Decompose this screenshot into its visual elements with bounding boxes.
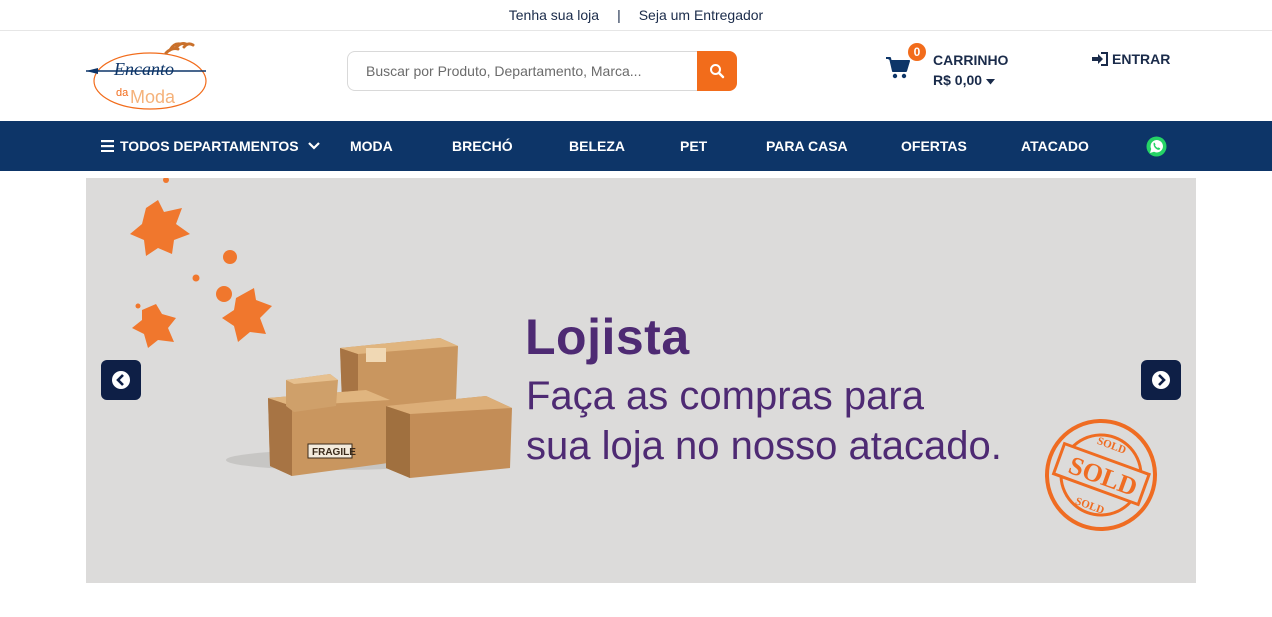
cart-count-badge: 0: [908, 43, 926, 61]
search-icon: [710, 64, 725, 79]
nav-item-atacado[interactable]: ATACADO: [1021, 121, 1089, 171]
nav-item-ofertas[interactable]: OFERTAS: [901, 121, 967, 171]
search-button[interactable]: [697, 51, 737, 91]
chevron-right-icon: [1152, 371, 1170, 389]
nav-item-beleza[interactable]: BELEZA: [569, 121, 625, 171]
hero-banner[interactable]: FRAGILE SOLD SOLD SOLD Lojista Faça as c…: [86, 178, 1196, 583]
carousel-prev-button[interactable]: [101, 360, 141, 400]
become-courier-link[interactable]: Seja um Entregador: [639, 7, 764, 23]
nav-all-departments[interactable]: TODOS DEPARTAMENTOS: [101, 121, 320, 171]
chevron-left-icon: [112, 371, 130, 389]
nav-all-departments-label: TODOS DEPARTAMENTOS: [120, 138, 299, 154]
carousel-next-button[interactable]: [1141, 360, 1181, 400]
cart-total-value: R$ 0,00: [933, 72, 983, 88]
open-store-link[interactable]: Tenha sua loja: [509, 7, 599, 23]
caret-down-icon: [985, 79, 995, 85]
nav-item-pet[interactable]: PET: [680, 121, 707, 171]
menu-icon: [101, 140, 114, 152]
logo-word-da: da: [116, 87, 129, 99]
sold-stamp-graphic: SOLD SOLD SOLD: [1045, 419, 1157, 531]
paint-splatter-graphic: [130, 178, 272, 348]
cardboard-boxes-graphic: FRAGILE: [268, 338, 512, 478]
box-fragile-label: FRAGILE: [312, 447, 356, 458]
cart-total[interactable]: R$ 0,00: [933, 72, 995, 88]
nav-item-moda[interactable]: MODA: [350, 121, 393, 171]
banner-line-1: Faça as compras para: [526, 374, 924, 418]
logo-graphic: Encanto da Moda: [86, 42, 207, 110]
login-button[interactable]: ENTRAR: [1092, 51, 1170, 67]
chevron-down-icon: [307, 142, 320, 150]
logo-word-encanto: Encanto: [113, 59, 174, 79]
whatsapp-icon: [1146, 136, 1167, 157]
cart-icon: [886, 57, 910, 79]
top-bar-separator: |: [617, 7, 621, 23]
banner-title: Lojista: [525, 309, 690, 365]
search-input[interactable]: [347, 51, 697, 91]
top-bar: Tenha sua loja | Seja um Entregador: [0, 0, 1272, 31]
banner-line-2: sua loja no nosso atacado.: [526, 424, 1002, 468]
sold-stamp-top-label: SOLD: [1095, 435, 1127, 457]
whatsapp-button[interactable]: [1146, 136, 1167, 158]
logo-word-moda: Moda: [130, 87, 176, 107]
nav-item-para-casa[interactable]: PARA CASA: [766, 121, 848, 171]
logo[interactable]: Encanto da Moda: [84, 41, 210, 113]
main-nav: TODOS DEPARTAMENTOS MODA BRECHÓ BELEZA P…: [0, 121, 1272, 171]
nav-item-brecho[interactable]: BRECHÓ: [452, 121, 513, 171]
sign-in-icon: [1092, 52, 1108, 66]
header: Encanto da Moda 0 CARRINHO R$ 0,00: [0, 31, 1272, 121]
cart-title: CARRINHO: [933, 52, 1009, 68]
login-label: ENTRAR: [1112, 51, 1171, 67]
search-bar: [347, 51, 737, 91]
cart[interactable]: 0 CARRINHO R$ 0,00: [886, 43, 1036, 93]
